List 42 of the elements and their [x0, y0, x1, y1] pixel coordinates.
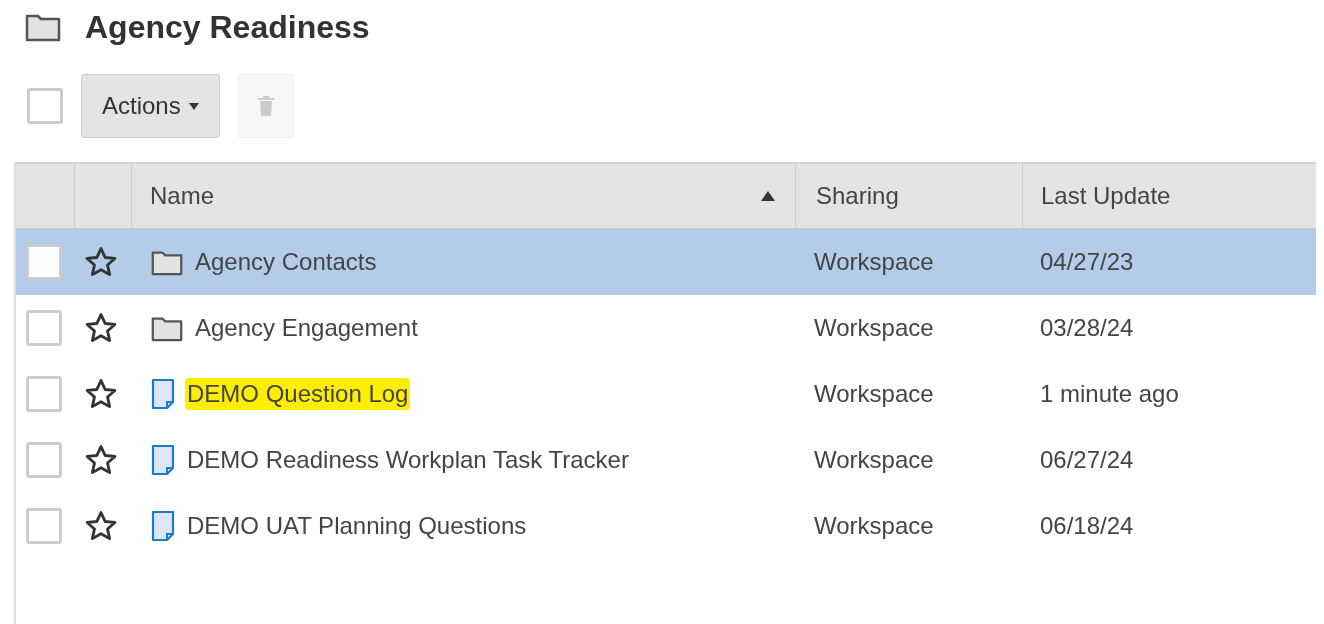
file-name[interactable]: Agency Engagement [193, 312, 420, 344]
sheet-icon [151, 444, 175, 476]
trash-icon [256, 95, 275, 117]
sheet-icon [151, 378, 175, 410]
checkbox[interactable] [26, 442, 62, 478]
table-cell: 06/27/24 [1040, 446, 1134, 474]
table-cell: 1 minute ago [1040, 380, 1179, 408]
caret-icon [188, 102, 199, 110]
folder-title: Agency Readiness [85, 8, 370, 46]
file-name[interactable]: DEMO Readiness Workplan Task Tracker [185, 444, 631, 476]
table-cell: 06/18/24 [1040, 512, 1134, 540]
checkbox[interactable] [27, 88, 63, 124]
folder-icon [25, 12, 61, 42]
table-row[interactable]: Agency Contacts Workspace 04/27/23 [16, 229, 1316, 295]
table-cell: 03/28/24 [1040, 314, 1134, 342]
star-icon[interactable] [84, 509, 118, 543]
table-row[interactable]: Agency Engagement Workspace 03/28/24 [16, 295, 1316, 361]
file-name[interactable]: DEMO Question Log [185, 378, 411, 410]
table-row[interactable]: DEMO Question Log Workspace 1 minute ago [16, 361, 1316, 427]
checkbox[interactable] [26, 310, 62, 346]
star-icon[interactable] [84, 311, 118, 345]
star-icon[interactable] [84, 443, 118, 477]
table-row[interactable]: DEMO UAT Planning Questions Workspace 06/18/24 [16, 493, 1316, 559]
sheet-icon [151, 510, 175, 542]
file-name[interactable]: DEMO UAT Planning Questions [185, 510, 529, 542]
table-row[interactable]: DEMO Readiness Workplan Task Tracker Workspace 06/27/24 [16, 427, 1316, 493]
table-cell: Workspace [814, 512, 934, 540]
table-cell: Workspace [814, 248, 934, 276]
checkbox[interactable] [26, 376, 62, 412]
star-icon[interactable] [84, 245, 118, 279]
star-icon[interactable] [84, 377, 118, 411]
actions-button[interactable]: Actions [81, 74, 220, 138]
table-cell: Workspace [814, 380, 934, 408]
column-header[interactable]: Name [150, 182, 751, 210]
column-header[interactable]: Last Update [1041, 182, 1171, 210]
file-name[interactable]: Agency Contacts [193, 246, 379, 278]
checkbox[interactable] [26, 508, 62, 544]
table-cell: Workspace [814, 446, 934, 474]
checkbox[interactable] [26, 244, 62, 280]
table-cell: Workspace [814, 314, 934, 342]
table-cell: 04/27/23 [1040, 248, 1134, 276]
column-header[interactable]: Sharing [816, 182, 899, 210]
